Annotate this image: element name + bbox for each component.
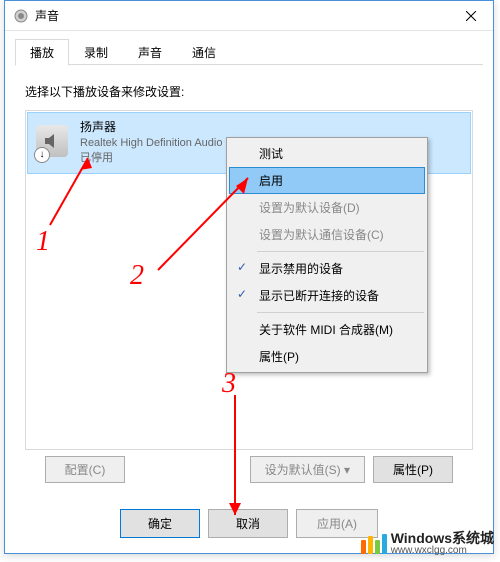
watermark-url: www.wxclgg.com	[391, 545, 494, 556]
menu-properties[interactable]: 属性(P)	[229, 343, 425, 370]
menu-separator	[257, 312, 424, 313]
instruction-text: 选择以下播放设备来修改设置:	[25, 83, 473, 100]
speaker-icon: ↓	[36, 125, 72, 161]
close-button[interactable]	[451, 2, 491, 30]
properties-button[interactable]: 属性(P)	[373, 456, 453, 483]
configure-button[interactable]: 配置(C)	[45, 456, 125, 483]
panel-buttons: 配置(C) 设为默认值(S) ▾ 属性(P)	[25, 450, 473, 489]
check-icon: ✓	[237, 287, 247, 301]
device-name: 扬声器	[80, 119, 462, 136]
tab-strip: 播放 录制 声音 通信	[5, 31, 493, 65]
tab-communications[interactable]: 通信	[177, 39, 231, 65]
check-icon: ✓	[237, 260, 247, 274]
menu-show-disabled[interactable]: ✓显示禁用的设备	[229, 255, 425, 282]
menu-set-default-comm[interactable]: 设置为默认通信设备(C)	[229, 221, 425, 248]
menu-set-default[interactable]: 设置为默认设备(D)	[229, 194, 425, 221]
watermark-brand: Windows系统城	[391, 531, 494, 545]
tab-sounds[interactable]: 声音	[123, 39, 177, 65]
cancel-button[interactable]: 取消	[208, 509, 288, 538]
tab-playback[interactable]: 播放	[15, 39, 69, 66]
menu-about-midi[interactable]: 关于软件 MIDI 合成器(M)	[229, 316, 425, 343]
menu-test[interactable]: 测试	[229, 140, 425, 167]
titlebar: 声音	[5, 1, 493, 31]
sound-icon	[13, 8, 29, 24]
context-menu: 测试 启用 设置为默认设备(D) 设置为默认通信设备(C) ✓显示禁用的设备 ✓…	[226, 137, 428, 373]
menu-show-disconnected[interactable]: ✓显示已断开连接的设备	[229, 282, 425, 309]
menu-separator	[257, 251, 424, 252]
watermark: Windows系统城 www.wxclgg.com	[361, 531, 494, 556]
set-default-button[interactable]: 设为默认值(S) ▾	[250, 456, 365, 483]
menu-enable[interactable]: 启用	[229, 167, 425, 194]
window-title: 声音	[35, 7, 451, 24]
watermark-logo-icon	[361, 534, 387, 554]
tab-recording[interactable]: 录制	[69, 39, 123, 65]
disabled-badge-icon: ↓	[34, 147, 50, 163]
ok-button[interactable]: 确定	[120, 509, 200, 538]
